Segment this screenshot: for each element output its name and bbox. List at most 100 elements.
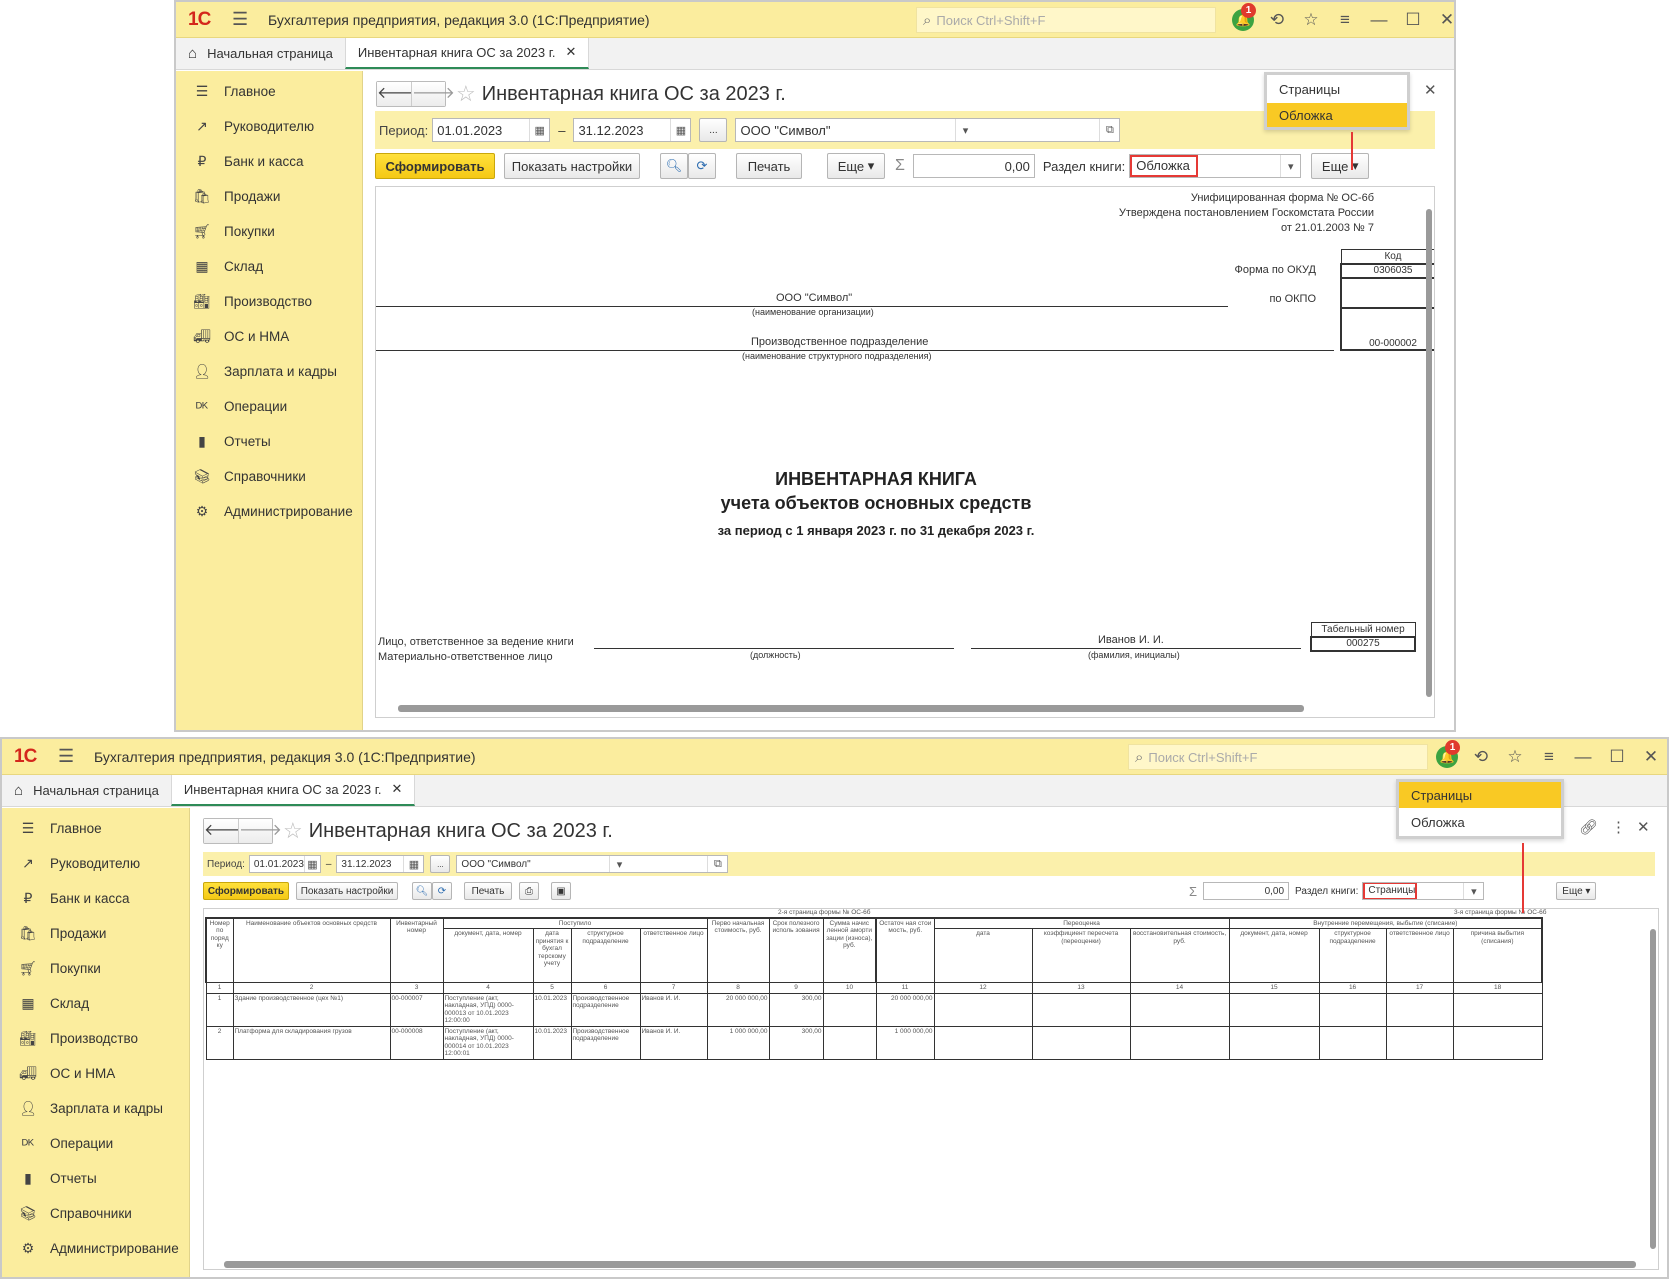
vertical-scrollbar[interactable] xyxy=(1650,929,1656,1249)
sidebar-item-3[interactable]: 🛍︎ Продажи xyxy=(176,179,362,214)
more-button-1[interactable]: Еще ▾ xyxy=(827,153,885,179)
period-select-button[interactable]: ... xyxy=(430,855,451,873)
sidebar-item-12[interactable]: ⚙ Администрирование xyxy=(2,1231,189,1266)
preview-icon[interactable]: ⎙ xyxy=(519,882,539,900)
close-tab-icon[interactable]: ✕ xyxy=(392,781,403,797)
sidebar-item-5[interactable]: ▦ Склад xyxy=(2,986,189,1021)
open-icon[interactable]: ⧉ xyxy=(707,856,727,872)
global-search[interactable]: ⌕ Поиск Ctrl+Shift+F xyxy=(916,7,1216,33)
period-select-button[interactable]: ... xyxy=(699,118,728,142)
tab-home[interactable]: ⌂ Начальная страница xyxy=(2,774,171,806)
favorites-icon[interactable]: ☆ xyxy=(1294,10,1328,30)
sidebar-item-12[interactable]: ⚙ Администрирование xyxy=(176,494,362,529)
close-tab-icon[interactable]: ✕ xyxy=(566,44,577,60)
minimize-icon[interactable]: — xyxy=(1362,10,1396,30)
notifications-icon[interactable]: 🔔 1 xyxy=(1430,740,1464,768)
sidebar-item-8[interactable]: 👤︎ Зарплата и кадры xyxy=(2,1091,189,1126)
app-logo[interactable]: 1С xyxy=(188,9,224,31)
dropdown-icon[interactable]: ▾ xyxy=(954,119,975,141)
sidebar-item-10[interactable]: ▮ Отчеты xyxy=(2,1161,189,1196)
close-window-icon[interactable]: ✕ xyxy=(1430,10,1454,30)
menu-item-pages[interactable]: Страницы xyxy=(1267,75,1407,103)
calendar-icon[interactable]: ▦ xyxy=(303,856,320,872)
close-window-icon[interactable]: ✕ xyxy=(1634,747,1667,767)
maximize-icon[interactable]: ☐ xyxy=(1396,10,1430,30)
dropdown-icon[interactable]: ▾ xyxy=(1280,155,1300,177)
sidebar-item-1[interactable]: ↗ Руководителю xyxy=(176,109,362,144)
print-button[interactable]: Печать xyxy=(464,882,512,900)
show-settings-button[interactable]: Показать настройки xyxy=(504,153,640,179)
search-icon[interactable]: 🔍︎ xyxy=(660,153,688,179)
sidebar-item-6[interactable]: 🏭︎ Производство xyxy=(2,1021,189,1056)
forward-icon[interactable]: 🡒 xyxy=(411,82,455,106)
favorite-star-icon[interactable]: ☆ xyxy=(456,81,476,107)
tab-report[interactable]: Инвентарная книга ОС за 2023 г. ✕ xyxy=(170,774,416,806)
date-to-input[interactable]: 31.12.2023 ▦ xyxy=(573,118,692,142)
horizontal-scrollbar[interactable] xyxy=(224,1261,1636,1268)
minimize-icon[interactable]: — xyxy=(1566,747,1600,767)
sidebar-item-9[interactable]: ᴰᴷ Операции xyxy=(2,1126,189,1161)
favorites-icon[interactable]: ☆ xyxy=(1498,747,1532,767)
sidebar-item-7[interactable]: 🚚︎ ОС и НМА xyxy=(176,319,362,354)
main-menu-icon[interactable]: ☰ xyxy=(58,746,76,767)
menu-item-pages[interactable]: Страницы xyxy=(1399,782,1561,808)
search-advanced-icon[interactable]: ⟳ xyxy=(688,153,716,179)
main-menu-icon[interactable]: ☰ xyxy=(232,9,250,30)
sidebar-item-11[interactable]: 📚︎ Справочники xyxy=(176,459,362,494)
vertical-scrollbar[interactable] xyxy=(1426,209,1432,697)
tab-home[interactable]: ⌂ Начальная страница xyxy=(176,37,345,69)
notifications-icon[interactable]: 🔔 1 xyxy=(1226,3,1260,31)
open-icon[interactable]: ⧉ xyxy=(1099,119,1119,141)
maximize-icon[interactable]: ☐ xyxy=(1600,747,1634,767)
history-icon[interactable]: ⟲ xyxy=(1260,10,1294,30)
calendar-icon[interactable]: ▦ xyxy=(403,856,423,872)
sidebar-item-0[interactable]: ☰ Главное xyxy=(2,811,189,846)
link-icon[interactable]: 🔗︎ xyxy=(1579,818,1598,836)
date-from-input[interactable]: 01.01.2023 ▦ xyxy=(248,855,321,873)
sidebar-item-1[interactable]: ↗ Руководителю xyxy=(2,846,189,881)
organization-input[interactable]: ООО "Символ" ▾ ⧉ xyxy=(456,855,729,873)
forward-icon[interactable]: 🡒 xyxy=(238,819,282,843)
more-button[interactable]: Еще ▾ xyxy=(1556,882,1597,900)
sidebar-item-3[interactable]: 🛍︎ Продажи xyxy=(2,916,189,951)
dropdown-icon[interactable]: ▾ xyxy=(1463,883,1483,899)
print-button[interactable]: Печать xyxy=(736,153,802,179)
calendar-icon[interactable]: ▦ xyxy=(529,119,549,141)
tab-report[interactable]: Инвентарная книга ОС за 2023 г. ✕ xyxy=(344,37,590,69)
app-logo[interactable]: 1С xyxy=(14,746,50,768)
sidebar-item-7[interactable]: 🚚︎ ОС и НМА xyxy=(2,1056,189,1091)
date-to-input[interactable]: 31.12.2023 ▦ xyxy=(336,855,425,873)
search-icon[interactable]: 🔍︎ xyxy=(412,882,432,900)
sidebar-item-6[interactable]: 🏭︎ Производство xyxy=(176,284,362,319)
section-select[interactable]: Страницы ▾ xyxy=(1362,882,1485,900)
menu-item-cover[interactable]: Обложка xyxy=(1267,103,1407,127)
close-report-icon[interactable]: ✕ xyxy=(1637,818,1650,836)
close-report-icon[interactable]: ✕ xyxy=(1424,81,1437,99)
back-icon[interactable]: 🡐 xyxy=(204,819,247,843)
back-icon[interactable]: 🡐 xyxy=(377,82,420,106)
calendar-icon[interactable]: ▦ xyxy=(670,119,690,141)
sidebar-item-2[interactable]: ₽ Банк и касса xyxy=(176,144,362,179)
history-icon[interactable]: ⟲ xyxy=(1464,747,1498,767)
more-button-2[interactable]: Еще ▾ xyxy=(1311,153,1370,179)
generate-button[interactable]: Сформировать xyxy=(203,882,289,900)
date-from-input[interactable]: 01.01.2023 ▦ xyxy=(432,118,551,142)
sidebar-item-0[interactable]: ☰ Главное xyxy=(176,74,362,109)
sidebar-item-2[interactable]: ₽ Банк и касса xyxy=(2,881,189,916)
show-settings-button[interactable]: Показать настройки xyxy=(296,882,398,900)
global-search[interactable]: ⌕ Поиск Ctrl+Shift+F xyxy=(1128,744,1428,770)
organization-input[interactable]: ООО "Символ" ▾ ⧉ xyxy=(735,118,1121,142)
section-select[interactable]: Обложка ▾ xyxy=(1129,154,1302,178)
sidebar-item-11[interactable]: 📚︎ Справочники xyxy=(2,1196,189,1231)
sidebar-item-10[interactable]: ▮ Отчеты xyxy=(176,424,362,459)
sidebar-item-4[interactable]: 🛒︎ Покупки xyxy=(176,214,362,249)
more-vert-icon[interactable]: ⋮ xyxy=(1611,818,1626,836)
sidebar-item-8[interactable]: 👤︎ Зарплата и кадры xyxy=(176,354,362,389)
generate-button[interactable]: Сформировать xyxy=(375,153,495,179)
menu-item-cover[interactable]: Обложка xyxy=(1399,808,1561,836)
save-icon[interactable]: ▣ xyxy=(551,882,571,900)
settings-menu-icon[interactable]: ≡ xyxy=(1532,747,1566,767)
settings-menu-icon[interactable]: ≡ xyxy=(1328,10,1362,30)
horizontal-scrollbar[interactable] xyxy=(398,705,1304,712)
sidebar-item-5[interactable]: ▦ Склад xyxy=(176,249,362,284)
